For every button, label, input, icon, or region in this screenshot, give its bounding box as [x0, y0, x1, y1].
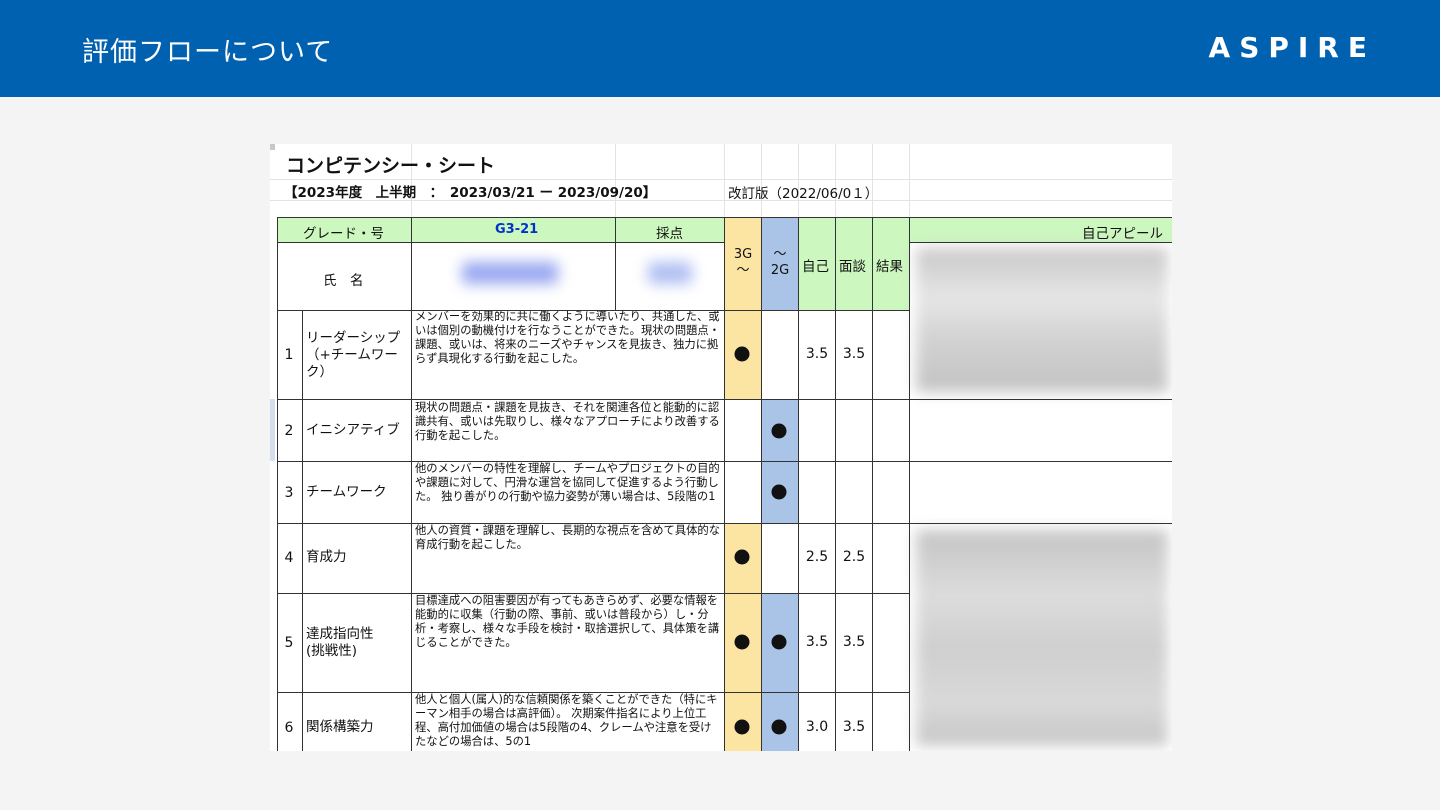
competency-name: 育成力: [306, 549, 347, 565]
period-label: 【2023年度 上半期 ： 2023/03/21 ー 2023/09/20】: [284, 185, 657, 201]
col-2g-label: 〜 2G: [770, 247, 790, 278]
self-label: 自己: [802, 259, 829, 275]
competency-description: 現状の問題点・課題を見抜き、それを関連各位と能動的に認識共有、或いは先取りし、様…: [415, 401, 720, 442]
table-border: [277, 242, 724, 243]
competency-description: 他のメンバーの特性を理解し、チームやプロジェクトの目的や課題に対して、円滑な運営…: [415, 462, 720, 503]
row-number: 5: [284, 635, 294, 651]
grid-line: [270, 179, 1172, 180]
table-border: [872, 217, 873, 751]
interview-label: 面談: [839, 259, 866, 275]
row-number: 6: [284, 720, 294, 736]
self-score: 3.5: [805, 634, 829, 650]
competency-name: チームワーク: [306, 484, 387, 500]
grid-line: [761, 144, 762, 217]
competency-description: 目標達成への阻害要因が有ってもあきらめず、必要な情報を能動的に収集（行動の際、事…: [415, 594, 720, 649]
self-score: 2.5: [805, 549, 829, 565]
table-border: [909, 217, 910, 751]
row-number: 2: [284, 423, 294, 439]
table-border: [277, 692, 909, 693]
interview-score: 3.5: [842, 634, 866, 650]
competency-name: リーダーシップ（+チームワーク）: [306, 330, 401, 380]
row-selection-marker: [270, 399, 275, 461]
table-border: [798, 217, 799, 751]
competency-description: 他人と個人(属人)的な信頼関係を築くことができた（特にキーマン相手の場合は高評価…: [415, 693, 718, 748]
interview-score: 3.5: [842, 346, 866, 362]
competency-name: イニシアティブ: [306, 422, 400, 438]
grade-label: グレード・号: [303, 226, 384, 242]
self-score: 3.5: [805, 346, 829, 362]
mark-2g-row2: [771, 423, 787, 439]
score-label: 採点: [656, 226, 683, 242]
aspire-logo: ASPIRE: [1208, 31, 1376, 64]
table-border: [302, 310, 303, 751]
mark-3g-row6: [734, 719, 750, 735]
interview-score: 2.5: [842, 549, 866, 565]
mark-3g-row1: [734, 346, 750, 362]
mark-2g-row6: [771, 719, 787, 735]
grid-line: [798, 144, 799, 217]
row-number: 4: [284, 550, 294, 566]
appeal-label: 自己アピール: [1082, 226, 1163, 242]
table-border: [835, 217, 836, 751]
grid-line: [872, 144, 873, 217]
table-border: [724, 217, 725, 751]
table-border: [277, 310, 909, 311]
blurred-appeal-1: [916, 248, 1168, 392]
blurred-appeal-2: [916, 530, 1168, 746]
grade-value: G3-21: [495, 222, 539, 237]
table-border: [909, 242, 1172, 243]
sheet-title: コンピテンシー・シート: [286, 155, 496, 177]
result-label: 結果: [876, 259, 903, 275]
table-border: [277, 593, 909, 594]
competency-name: 達成指向性(挑戦性): [306, 626, 374, 659]
mark-2g-row3: [771, 484, 787, 500]
name-label: 氏 名: [323, 273, 364, 289]
mark-3g-row4: [734, 549, 750, 565]
table-border: [615, 217, 616, 311]
mark-2g-row5: [771, 634, 787, 650]
revised-label: 改訂版（2022/06/0１）: [728, 186, 879, 202]
interview-score: 3.5: [842, 719, 866, 735]
mark-3g-row5: [734, 634, 750, 650]
table-border: [411, 217, 412, 751]
competency-description: メンバーを効果的に共に働くように導いたり、共通した、或いは個別の動機付けを行なう…: [415, 310, 721, 365]
grid-line: [909, 144, 910, 217]
page-title: 評価フローについて: [82, 37, 334, 68]
corner-marker: [270, 144, 275, 150]
table-border: [277, 217, 278, 751]
table-border: [761, 217, 762, 751]
self-score: 3.0: [805, 719, 829, 735]
row-number: 3: [284, 485, 294, 501]
header-bar: 評価フローについて ASPIRE: [0, 0, 1440, 97]
col-3g-label: 3G 〜: [733, 247, 753, 278]
blurred-score: [648, 262, 692, 284]
competency-sheet-screenshot: コンピテンシー・シート 【2023年度 上半期 ： 2023/03/21 ー 2…: [270, 144, 1172, 751]
competency-name: 関係構築力: [306, 719, 374, 735]
blurred-name: [462, 262, 558, 284]
grid-line: [835, 144, 836, 217]
row-number: 1: [284, 347, 294, 363]
competency-description: 他人の資質・課題を理解し、長期的な視点を含めて具体的な育成行動を起こした。: [415, 524, 721, 551]
grid-line: [724, 144, 725, 217]
